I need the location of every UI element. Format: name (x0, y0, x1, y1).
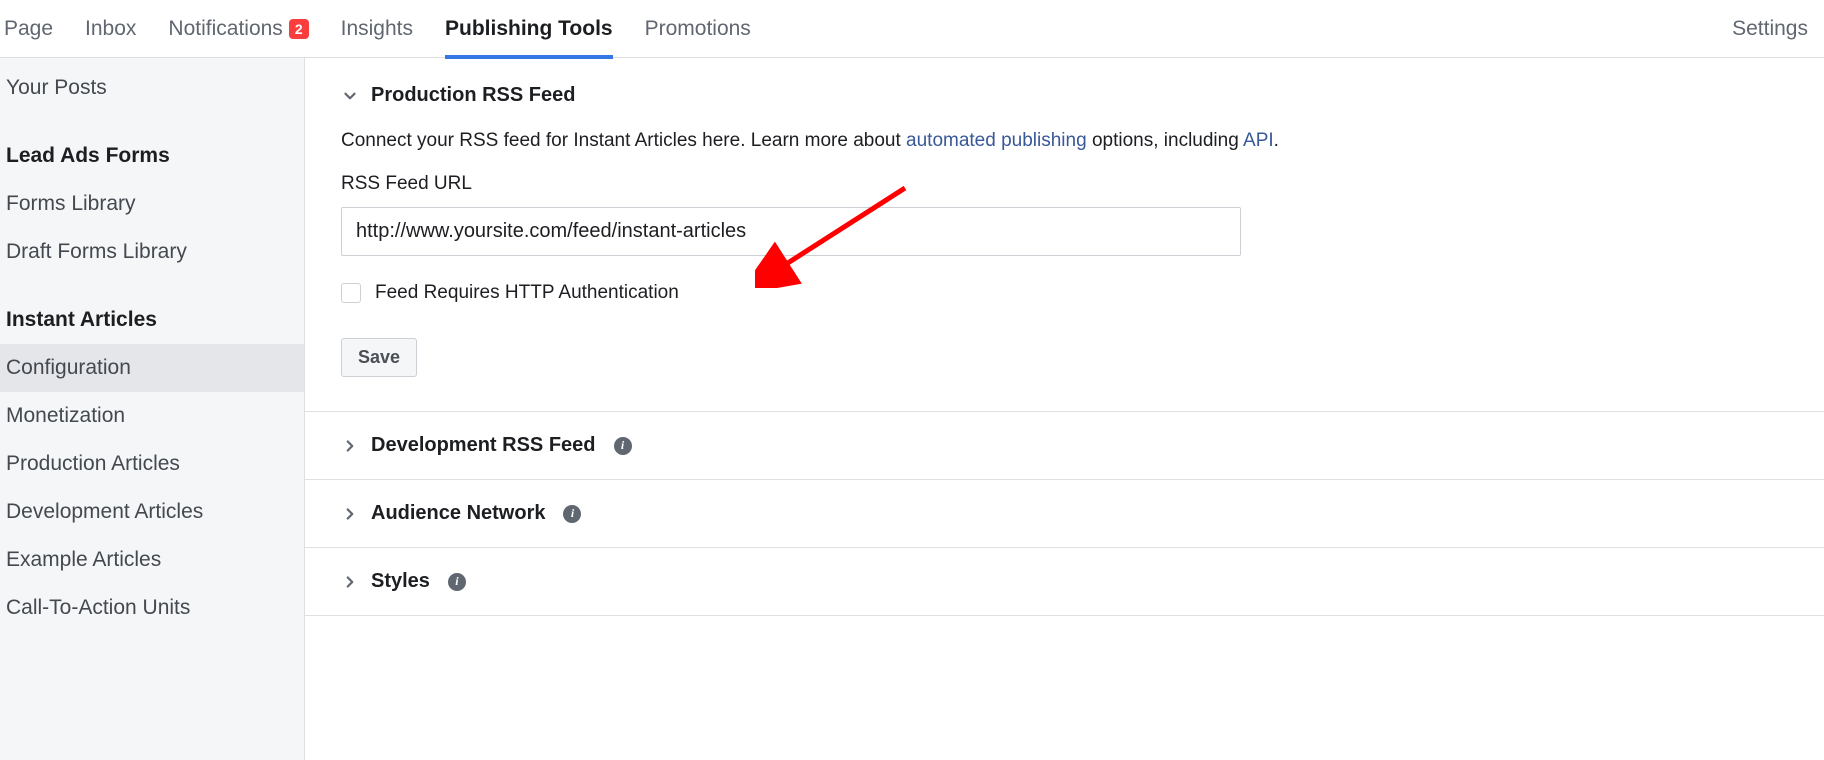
sidebar-item-development-articles[interactable]: Development Articles (0, 488, 304, 536)
section-header[interactable]: Production RSS Feed (341, 84, 1788, 107)
tab-inbox[interactable]: Inbox (85, 0, 168, 58)
info-icon: i (563, 505, 581, 523)
sidebar: Your Posts Lead Ads Forms Forms Library … (0, 58, 305, 760)
link-automated-publishing[interactable]: automated publishing (906, 130, 1087, 151)
chevron-right-icon (341, 437, 359, 455)
section-development-rss-feed[interactable]: Development RSS Feed i (305, 412, 1824, 480)
sidebar-item-configuration[interactable]: Configuration (0, 344, 304, 392)
desc-text: options, including (1087, 130, 1243, 151)
tab-label: Notifications (168, 17, 282, 41)
info-icon: i (448, 573, 466, 591)
sidebar-item-call-to-action-units[interactable]: Call-To-Action Units (0, 584, 304, 632)
http-auth-checkbox[interactable] (341, 283, 361, 303)
chevron-right-icon (341, 505, 359, 523)
sidebar-heading-lead-ads-forms: Lead Ads Forms (0, 132, 304, 180)
tab-publishing-tools[interactable]: Publishing Tools (445, 0, 645, 58)
http-auth-label: Feed Requires HTTP Authentication (375, 282, 679, 304)
section-title: Production RSS Feed (371, 84, 575, 107)
save-button[interactable]: Save (341, 338, 417, 377)
chevron-down-icon (341, 87, 359, 105)
sidebar-heading-instant-articles: Instant Articles (0, 296, 304, 344)
rss-feed-url-input[interactable] (341, 207, 1241, 256)
chevron-right-icon (341, 573, 359, 591)
info-icon: i (614, 437, 632, 455)
sidebar-item-your-posts[interactable]: Your Posts (0, 64, 304, 112)
sidebar-item-draft-forms-library[interactable]: Draft Forms Library (0, 228, 304, 276)
sidebar-item-monetization[interactable]: Monetization (0, 392, 304, 440)
tab-page[interactable]: Page (4, 0, 85, 58)
sidebar-item-production-articles[interactable]: Production Articles (0, 440, 304, 488)
section-production-rss-feed: Production RSS Feed Connect your RSS fee… (305, 58, 1824, 412)
section-description: Connect your RSS feed for Instant Articl… (341, 127, 1788, 155)
main-content: Production RSS Feed Connect your RSS fee… (305, 58, 1824, 760)
tab-promotions[interactable]: Promotions (645, 0, 783, 58)
section-title: Development RSS Feed (371, 434, 596, 457)
section-styles[interactable]: Styles i (305, 548, 1824, 616)
tab-insights[interactable]: Insights (341, 0, 445, 58)
tab-settings[interactable]: Settings (1732, 17, 1808, 41)
desc-text: Connect your RSS feed for Instant Articl… (341, 130, 906, 151)
link-api[interactable]: API (1243, 130, 1274, 151)
section-title: Audience Network (371, 502, 545, 525)
sidebar-item-forms-library[interactable]: Forms Library (0, 180, 304, 228)
tab-notifications[interactable]: Notifications 2 (168, 0, 340, 58)
notifications-badge: 2 (289, 19, 309, 39)
rss-feed-url-label: RSS Feed URL (341, 173, 1788, 195)
desc-text: . (1274, 130, 1279, 151)
sidebar-item-example-articles[interactable]: Example Articles (0, 536, 304, 584)
section-title: Styles (371, 570, 430, 593)
section-audience-network[interactable]: Audience Network i (305, 480, 1824, 548)
top-nav: Page Inbox Notifications 2 Insights Publ… (0, 0, 1824, 58)
